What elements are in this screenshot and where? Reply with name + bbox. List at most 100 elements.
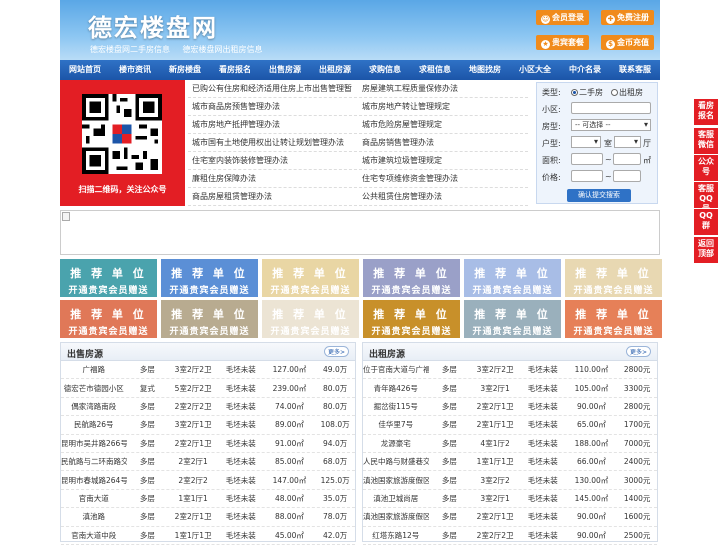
recommended-unit-ad[interactable]: 推 荐 单 位开通贵宾会员赠送	[464, 259, 561, 297]
table-row[interactable]: 民航路与二环南路交叉 多层 2室2厅1 毛坯未装 85.00㎡ 68.0万	[61, 453, 355, 472]
listing-location[interactable]: 广福路	[61, 364, 127, 375]
listing-location[interactable]: 滇池国家旅游度假区往	[363, 511, 429, 522]
listing-location[interactable]: 官南大道	[61, 493, 127, 504]
table-row[interactable]: 佳华里7号 多层 2室1厅1卫 毛坯未装 65.00㎡ 1700元	[363, 416, 657, 435]
type-secondhand-radio[interactable]: 二手房	[571, 87, 603, 98]
recommended-unit-ad[interactable]: 推 荐 单 位开通贵宾会员赠送	[363, 300, 460, 338]
table-row[interactable]: 滇池路 多层 2室2厅1卫 毛坯未装 88.00㎡ 78.0万	[61, 508, 355, 527]
nav-rent[interactable]: 出租房源	[310, 60, 360, 80]
listing-location[interactable]: 青年路426号	[363, 383, 429, 394]
table-row[interactable]: 广福路 多层 3室2厅2卫 毛坯未装 127.00㎡ 49.0万	[61, 361, 355, 380]
policy-link[interactable]: 已购公有住房和经济适用住房上市出售管理暂	[188, 83, 358, 94]
nav-home[interactable]: 网站首页	[60, 60, 110, 80]
float-qq[interactable]: 客服QQ号	[694, 182, 718, 213]
login-button[interactable]: ☺ 会员登录	[536, 10, 589, 25]
policy-link[interactable]: 房屋建筑工程质量保修办法	[358, 83, 528, 94]
recommended-unit-ad[interactable]: 推 荐 单 位开通贵宾会员赠送	[464, 300, 561, 338]
policy-link[interactable]: 住宅室内装饰装修管理办法	[188, 155, 358, 166]
nav-map[interactable]: 地图找房	[460, 60, 510, 80]
nav-sale[interactable]: 出售房源	[260, 60, 310, 80]
recommended-unit-ad[interactable]: 推 荐 单 位开通贵宾会员赠送	[161, 259, 258, 297]
table-row[interactable]: 昆明市吴井路266号 多层 2室2厅1卫 毛坯未装 91.00㎡ 94.0万	[61, 435, 355, 453]
listing-location[interactable]: 滇池国家旅游度假区往	[363, 475, 429, 486]
listing-location[interactable]: 红塔东路12号	[363, 530, 429, 541]
sale-more-link[interactable]: 更多>	[323, 346, 349, 357]
listing-location[interactable]: 位于官南大道与广福路	[363, 364, 429, 375]
listing-location[interactable]: 龙源豪宅	[363, 438, 429, 449]
listing-location[interactable]: 昆明市吴井路266号	[61, 438, 127, 449]
nav-wanted-rent[interactable]: 求租信息	[410, 60, 460, 80]
listing-location[interactable]: 民航路与二环南路交叉	[61, 456, 127, 467]
listing-location[interactable]: 官南大道中段	[61, 530, 127, 541]
policy-link[interactable]: 商品房屋租赁管理办法	[188, 191, 358, 202]
policy-link[interactable]: 城市房地产转让管理规定	[358, 101, 528, 112]
recommended-unit-ad[interactable]: 推 荐 单 位开通贵宾会员赠送	[60, 300, 157, 338]
room-select[interactable]	[571, 136, 601, 148]
table-row[interactable]: 位于官南大道与广福路 多层 3室2厅2卫 毛坯未装 110.00㎡ 2800元	[363, 361, 657, 380]
policy-link[interactable]: 城市商品房预售管理办法	[188, 101, 358, 112]
listing-location[interactable]: 滇池路	[61, 511, 127, 522]
rent-more-link[interactable]: 更多>	[625, 346, 651, 357]
area-max-input[interactable]	[613, 153, 641, 165]
listing-location[interactable]: 德宏芒市德园小区	[61, 383, 127, 394]
float-official-account[interactable]: 公众号	[694, 155, 718, 181]
search-submit-button[interactable]: 确认提交搜索	[567, 189, 631, 202]
table-row[interactable]: 人民中路与财盛巷交叉 多层 1室1厅1卫 毛坯未装 66.00㎡ 2400元	[363, 453, 657, 472]
listing-location[interactable]: 滇池卫城尚居	[363, 493, 429, 504]
register-button[interactable]: ✚ 免费注册	[601, 10, 654, 25]
float-wechat[interactable]: 客服微信	[694, 128, 718, 154]
table-row[interactable]: 官南大道中段 多层 1室1厅1卫 毛坯未装 45.00㎡ 42.0万	[61, 527, 355, 545]
table-row[interactable]: 民航路26号 多层 3室2厅1卫 毛坯未装 89.00㎡ 108.0万	[61, 416, 355, 435]
recommended-unit-ad[interactable]: 推 荐 单 位开通贵宾会员赠送	[262, 259, 359, 297]
type-rental-radio[interactable]: 出租房	[611, 87, 643, 98]
vip-package-button[interactable]: ★ 贵宾套餐	[536, 35, 589, 50]
nav-new-homes[interactable]: 新房楼盘	[160, 60, 210, 80]
nav-contact[interactable]: 联系客服	[610, 60, 660, 80]
nav-viewing-signup[interactable]: 看房报名	[210, 60, 260, 80]
listing-location[interactable]: 偶家湾路南段	[61, 401, 127, 412]
nav-wanted-buy[interactable]: 求购信息	[360, 60, 410, 80]
policy-link[interactable]: 商品房销售管理办法	[358, 137, 528, 148]
nav-news[interactable]: 楼市资讯	[110, 60, 160, 80]
table-row[interactable]: 德宏芒市德园小区 复式 5室2厅2卫 毛坯未装 239.00㎡ 80.0万	[61, 379, 355, 398]
price-max-input[interactable]	[613, 170, 641, 182]
recommended-unit-ad[interactable]: 推 荐 单 位开通贵宾会员赠送	[262, 300, 359, 338]
table-row[interactable]: 掘岔街115号 多层 2室2厅1卫 毛坯未装 90.00㎡ 2800元	[363, 398, 657, 417]
recommended-unit-ad[interactable]: 推 荐 单 位开通贵宾会员赠送	[161, 300, 258, 338]
listing-location[interactable]: 昆明市春城路264号	[61, 475, 127, 486]
listing-location[interactable]: 人民中路与财盛巷交叉	[363, 456, 429, 467]
recommended-unit-ad[interactable]: 推 荐 单 位开通贵宾会员赠送	[60, 259, 157, 297]
table-row[interactable]: 昆明市春城路264号 多层 2室2厅2 毛坯未装 147.00㎡ 125.0万	[61, 471, 355, 490]
secondhand-info-link[interactable]: 德宏楼盘网二手房信息	[90, 45, 170, 54]
banner-placeholder[interactable]	[60, 210, 660, 255]
coin-recharge-button[interactable]: $ 金币充值	[601, 35, 654, 50]
table-row[interactable]: 龙源豪宅 多层 4室1厅2 毛坯未装 188.00㎡ 7000元	[363, 435, 657, 453]
listing-location[interactable]: 民航路26号	[61, 419, 127, 430]
listing-location[interactable]: 掘岔街115号	[363, 401, 429, 412]
community-input[interactable]	[571, 102, 651, 114]
policy-link[interactable]: 城市房地产抵押管理办法	[188, 119, 358, 130]
area-min-input[interactable]	[571, 153, 603, 165]
table-row[interactable]: 滇池卫城尚居 多层 3室2厅1 毛坯未装 145.00㎡ 1400元	[363, 490, 657, 509]
table-row[interactable]: 青年路426号 多层 3室2厅1 毛坯未装 105.00㎡ 3300元	[363, 379, 657, 398]
policy-link[interactable]: 住宅专项维修资金管理办法	[358, 173, 528, 184]
policy-link[interactable]: 城市国有土地使用权出让转让规划管理办法	[188, 137, 358, 148]
rental-info-link[interactable]: 德宏楼盘网出租房信息	[183, 45, 263, 54]
float-viewing-signup[interactable]: 看房报名	[694, 99, 718, 125]
table-row[interactable]: 官南大道 多层 1室1厅1 毛坯未装 48.00㎡ 35.0万	[61, 490, 355, 509]
nav-agencies[interactable]: 中介名录	[560, 60, 610, 80]
float-qq-group[interactable]: QQ群	[694, 209, 718, 235]
site-logo[interactable]: 德宏楼盘网	[88, 8, 218, 43]
table-row[interactable]: 滇池国家旅游度假区往 多层 3室2厅2 毛坯未装 130.00㎡ 3000元	[363, 471, 657, 490]
policy-link[interactable]: 城市建筑垃圾管理规定	[358, 155, 528, 166]
recommended-unit-ad[interactable]: 推 荐 单 位开通贵宾会员赠送	[565, 259, 662, 297]
listing-location[interactable]: 佳华里7号	[363, 419, 429, 430]
table-row[interactable]: 偶家湾路南段 多层 2室2厅2卫 毛坯未装 74.00㎡ 80.0万	[61, 398, 355, 417]
layout-select[interactable]: -- 可选择 --	[571, 119, 651, 131]
policy-link[interactable]: 廉租住房保障办法	[188, 173, 358, 184]
recommended-unit-ad[interactable]: 推 荐 单 位开通贵宾会员赠送	[363, 259, 460, 297]
table-row[interactable]: 红塔东路12号 多层 2室2厅2卫 毛坯未装 90.00㎡ 2500元	[363, 527, 657, 545]
recommended-unit-ad[interactable]: 推 荐 单 位开通贵宾会员赠送	[565, 300, 662, 338]
price-min-input[interactable]	[571, 170, 603, 182]
float-back-to-top[interactable]: 返回顶部	[694, 237, 718, 263]
